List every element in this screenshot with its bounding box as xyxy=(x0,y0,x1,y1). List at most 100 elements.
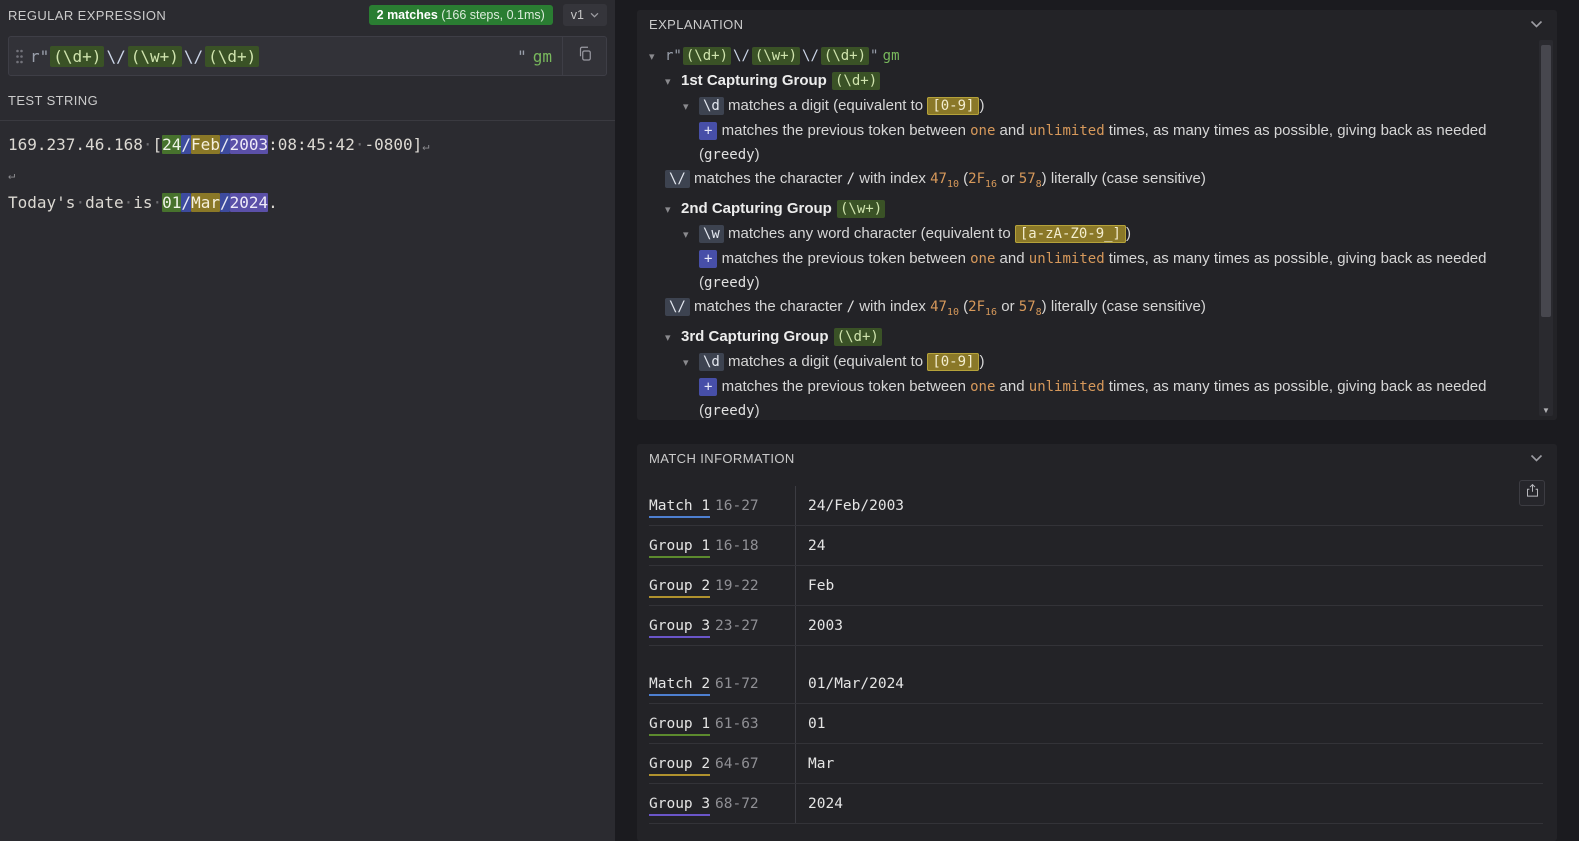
seg-cls: [a-zA-Z0-9_] xyxy=(1015,225,1126,243)
seg-num: one xyxy=(970,251,995,267)
seg-mono: greedy xyxy=(704,275,755,291)
scrollbar-thumb[interactable] xyxy=(1541,45,1551,317)
explanation-header[interactable]: EXPLANATION xyxy=(637,10,1557,38)
test-string-header: TEST STRING xyxy=(0,84,615,121)
copy-icon xyxy=(576,45,594,67)
group-row[interactable]: Group 368-722024 xyxy=(649,784,1543,824)
test-string-editor[interactable]: 169.237.46.168·[24/Feb/2003:08:45:42·-08… xyxy=(0,121,615,226)
collapse-arrow-icon[interactable]: ▾ xyxy=(665,70,681,94)
seg-tok: \d xyxy=(699,353,724,371)
collapse-arrow-icon[interactable]: ▾ xyxy=(649,45,665,69)
seg-m: / xyxy=(220,193,230,212)
row-label: Group 2 xyxy=(649,756,715,772)
collapse-arrow-icon[interactable]: ▾ xyxy=(665,326,681,350)
seg-num: 57 xyxy=(1019,299,1036,315)
row-label: Group 1 xyxy=(649,716,715,732)
regex-delimiter-open: r" xyxy=(30,47,49,66)
row-match-value: Feb xyxy=(795,566,1543,605)
regex-delimiter-close: " xyxy=(517,47,527,66)
collapse-arrow-icon[interactable]: ▾ xyxy=(683,95,699,119)
row-match-value: 24/Feb/2003 xyxy=(795,486,1543,525)
row-label-text: Match 1 xyxy=(649,498,710,518)
regex-panel-title: REGULAR EXPRESSION xyxy=(8,8,359,23)
seg-g1: 01 xyxy=(162,193,181,212)
explanation-line[interactable]: ▾r"(\d+)\/(\w+)\/(\d+)" gm xyxy=(649,44,1523,69)
group-row[interactable]: Group 219-22Feb xyxy=(649,566,1543,606)
seg-m: / xyxy=(181,193,191,212)
explanation-scrollbar[interactable]: ▼ xyxy=(1539,40,1553,416)
explanation-line[interactable]: ▾1st Capturing Group (\d+) xyxy=(649,69,1523,94)
chevron-down-icon[interactable] xyxy=(1530,454,1543,462)
seg-grp: (\d+) xyxy=(50,46,104,67)
export-matches-button[interactable] xyxy=(1519,480,1545,506)
row-left: Group 219-22 xyxy=(649,566,795,605)
version-label: v1 xyxy=(571,8,584,22)
match-information-header[interactable]: MATCH INFORMATION xyxy=(637,444,1557,472)
group-row[interactable]: Group 323-272003 xyxy=(649,606,1543,646)
regex-input[interactable]: r" (\d+)\/(\w+)\/(\d+) " gm xyxy=(8,36,607,76)
seg-sub: 10 xyxy=(947,179,959,190)
collapse-arrow-icon[interactable]: ▾ xyxy=(683,351,699,375)
copy-regex-button[interactable] xyxy=(562,37,606,75)
seg-p: matches a digit (equivalent to xyxy=(724,97,927,114)
seg-p: and xyxy=(995,122,1028,139)
explanation-line[interactable]: ▾\d matches a digit (equivalent to [0-9]… xyxy=(649,94,1523,119)
seg-esc: \/ xyxy=(801,48,820,64)
seg-p: matches a digit (equivalent to xyxy=(724,353,927,370)
seg-p: ) literally (case sensitive) xyxy=(1042,170,1206,187)
explanation-line[interactable]: ▾\w matches any word character (equivale… xyxy=(649,222,1523,247)
collapse-arrow-icon[interactable]: ▾ xyxy=(665,198,681,222)
group-row[interactable]: Group 116-1824 xyxy=(649,526,1543,566)
seg-g2: Mar xyxy=(191,193,220,212)
collapse-arrow-icon[interactable]: ▾ xyxy=(683,223,699,247)
explanation-line[interactable]: ▾\d matches a digit (equivalent to [0-9]… xyxy=(649,350,1523,375)
group-row[interactable]: Group 161-6301 xyxy=(649,704,1543,744)
row-left: Group 161-63 xyxy=(649,704,795,743)
regex-flags[interactable]: gm xyxy=(533,47,552,66)
group-row[interactable]: Group 264-67Mar xyxy=(649,744,1543,784)
seg-p: . xyxy=(268,193,278,212)
explanation-line[interactable]: + matches the previous token between one… xyxy=(649,247,1523,295)
test-string-line: ↵ xyxy=(8,160,607,189)
row-label: Match 1 xyxy=(649,498,715,514)
seg-tok: \w xyxy=(699,225,724,243)
row-span-range: 61-72 xyxy=(715,676,795,692)
explanation-line[interactable]: + matches the previous token between one… xyxy=(649,375,1523,420)
seg-p: ) literally (case sensitive) xyxy=(1042,298,1206,315)
seg-num: one xyxy=(970,123,995,139)
seg-grp: (\w+) xyxy=(128,46,182,67)
seg-num: 2F xyxy=(968,299,985,315)
explanation-line[interactable]: ▾3rd Capturing Group (\d+) xyxy=(649,325,1523,350)
seg-p: ) xyxy=(755,146,760,163)
seg-p: ) xyxy=(755,402,760,419)
explanation-line[interactable]: \/ matches the character / with index 47… xyxy=(649,295,1523,325)
spacer-value xyxy=(795,646,1543,664)
test-string-line: 169.237.46.168·[24/Feb/2003:08:45:42·-08… xyxy=(8,131,607,160)
seg-grp: (\d+) xyxy=(834,328,882,346)
seg-tok: \/ xyxy=(665,170,690,188)
seg-grp: (\d+) xyxy=(205,46,259,67)
seg-g2: Feb xyxy=(191,135,220,154)
row-left: Match 116-27 xyxy=(649,486,795,525)
explanation-line[interactable]: + matches the previous token between one… xyxy=(649,119,1523,167)
seg-mono: / xyxy=(847,171,855,187)
seg-p: ) xyxy=(979,97,984,114)
regex-flags-wrap: " gm xyxy=(517,47,562,66)
version-selector[interactable]: v1 xyxy=(563,4,607,26)
match-row[interactable]: Match 116-2724/Feb/2003 xyxy=(649,486,1543,526)
drag-grip-icon[interactable] xyxy=(15,48,24,65)
row-label-text: Group 3 xyxy=(649,618,710,638)
chevron-down-icon[interactable] xyxy=(1530,20,1543,28)
row-left: Group 368-72 xyxy=(649,784,795,823)
row-label-text: Group 1 xyxy=(649,538,710,558)
explanation-line[interactable]: \/ matches the character / with index 47… xyxy=(649,167,1523,197)
explanation-line[interactable]: ▾2nd Capturing Group (\w+) xyxy=(649,197,1523,222)
row-span-range: 68-72 xyxy=(715,796,795,812)
seg-d: · xyxy=(75,193,85,212)
scrollbar-down-arrow-icon[interactable]: ▼ xyxy=(1539,406,1553,415)
match-count-detail: (166 steps, 0.1ms) xyxy=(438,8,545,22)
seg-grp: (\d+) xyxy=(821,47,869,65)
match-row[interactable]: Match 261-7201/Mar/2024 xyxy=(649,664,1543,704)
seg-p: with index xyxy=(855,170,930,187)
regex-header: REGULAR EXPRESSION 2 matches (166 steps,… xyxy=(0,0,615,30)
